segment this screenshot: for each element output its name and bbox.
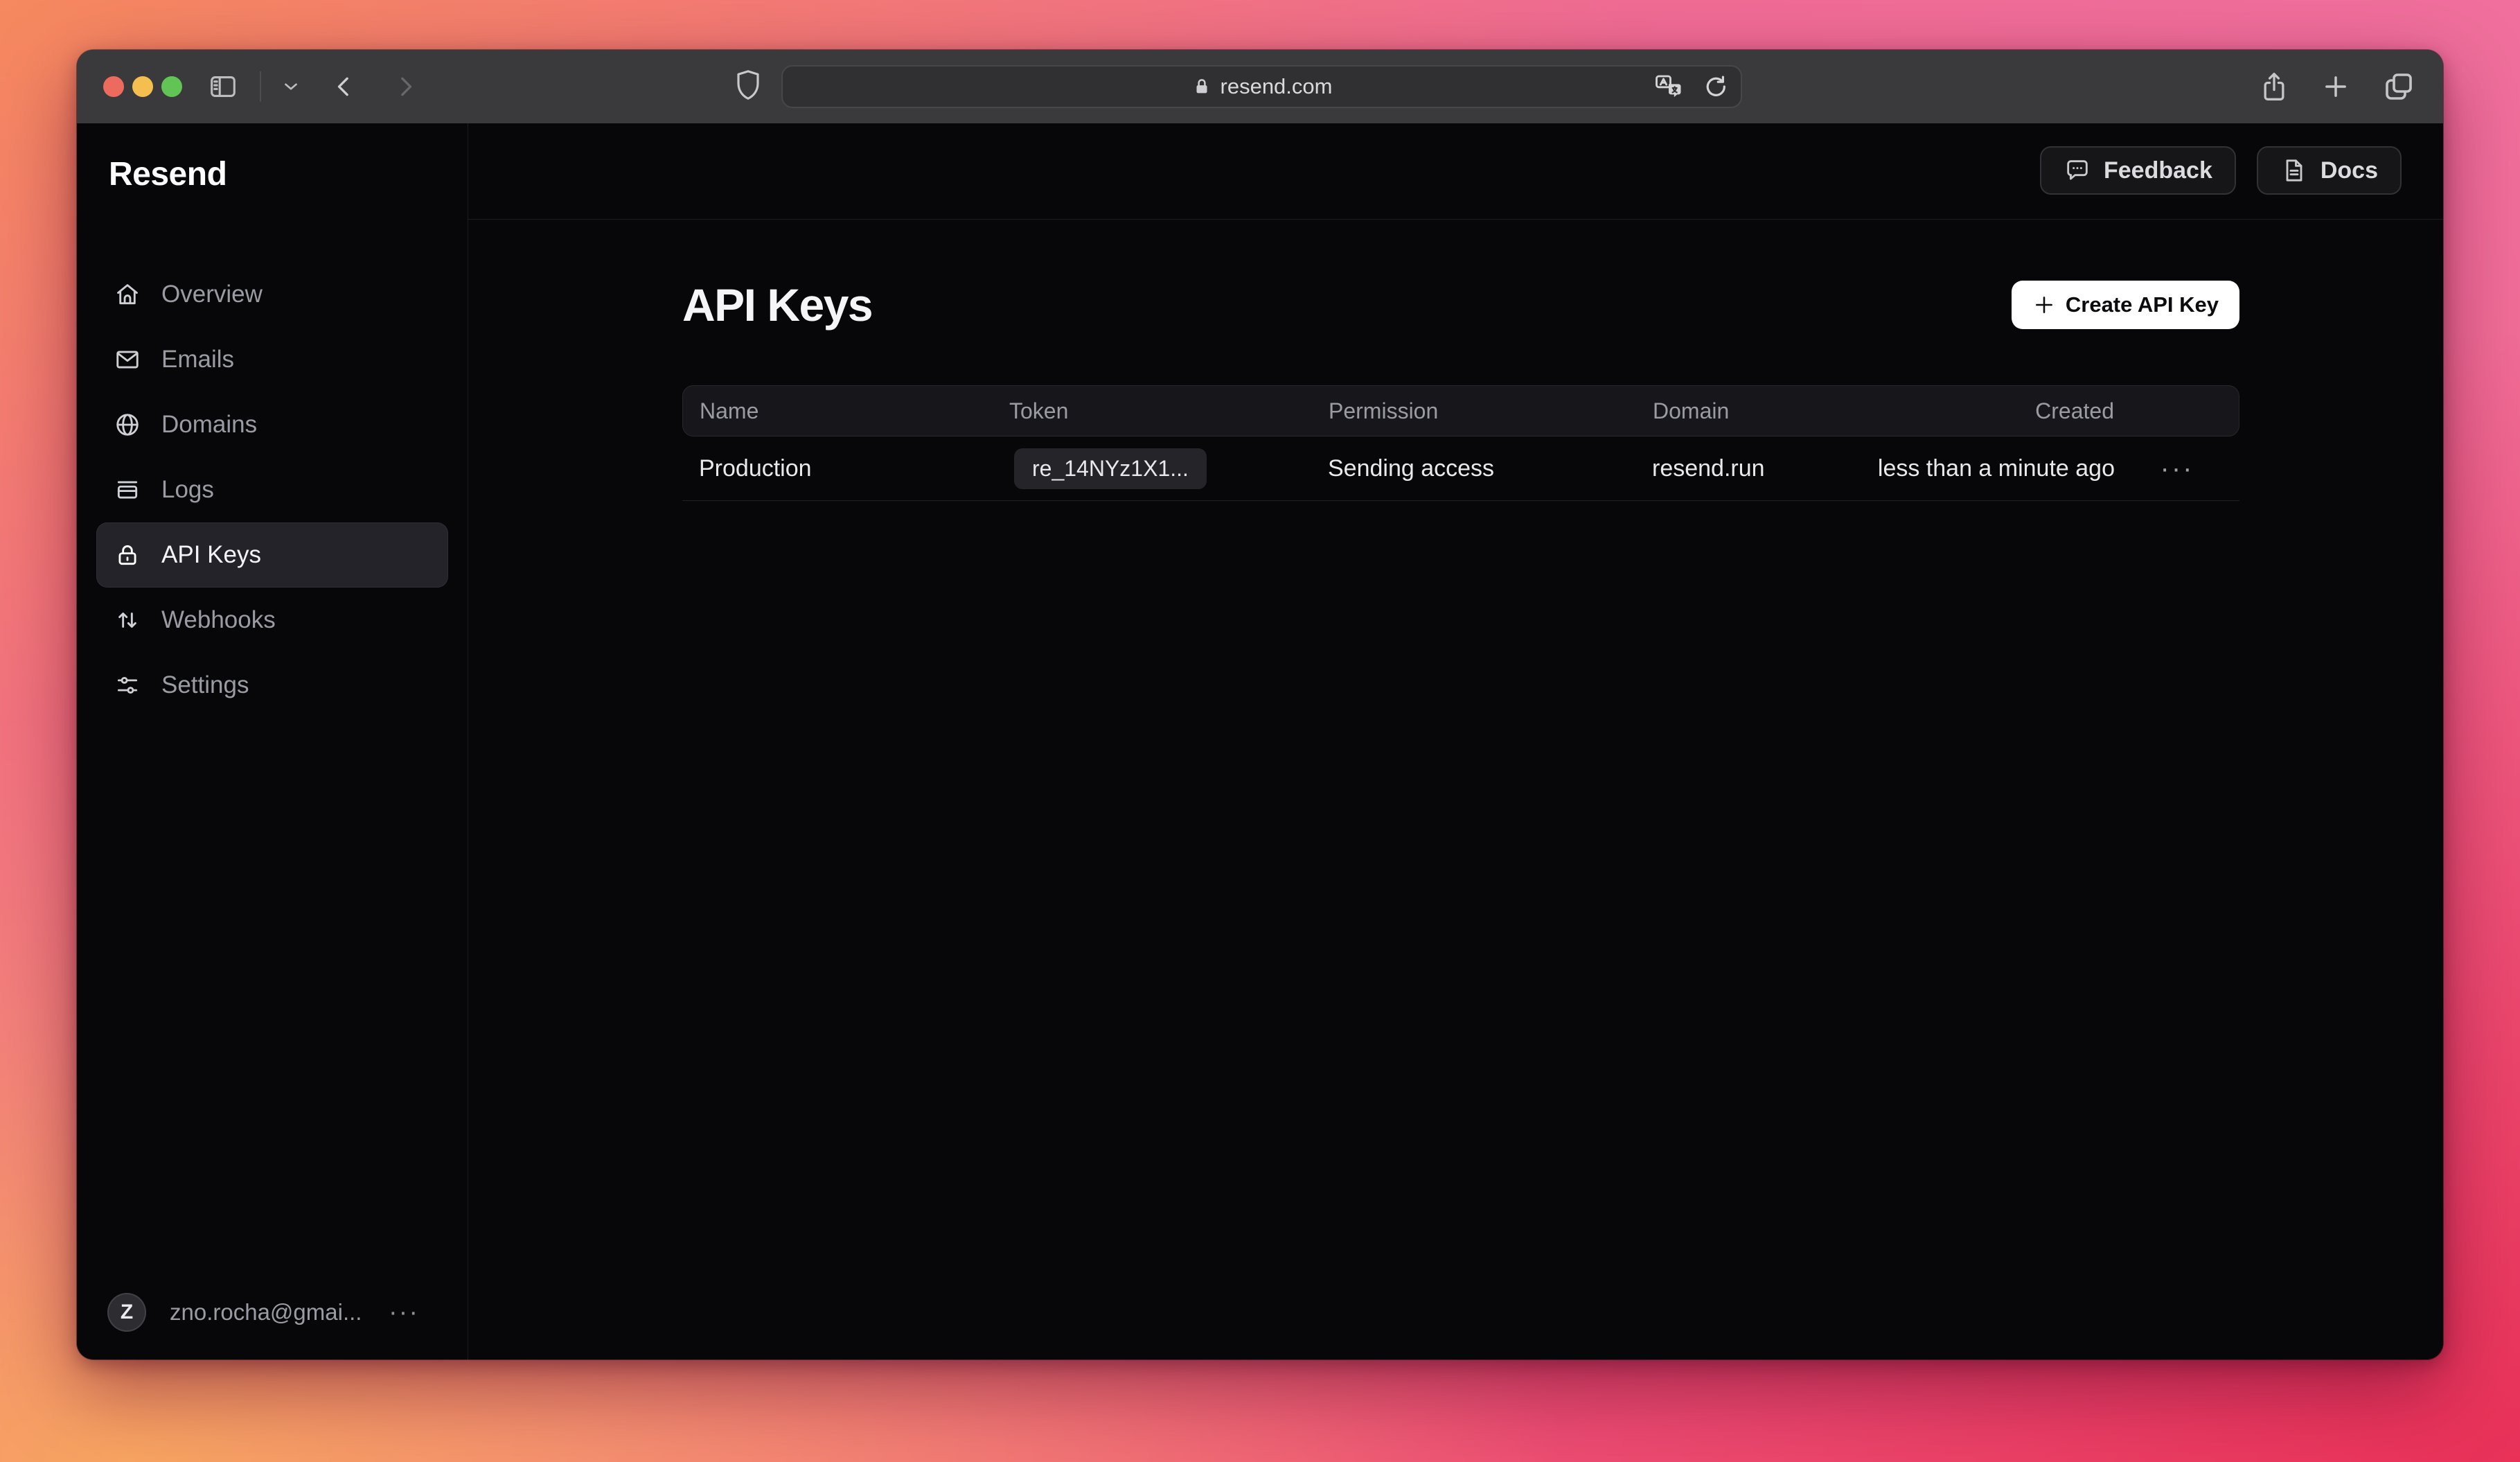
new-tab-icon[interactable] <box>2321 72 2350 101</box>
zoom-window-button[interactable] <box>161 76 182 97</box>
sidebar-item-settings[interactable]: Settings <box>96 653 448 718</box>
tab-overview-icon[interactable] <box>2382 70 2415 103</box>
feedback-button[interactable]: Feedback <box>2040 146 2236 195</box>
sidebar-item-label: Overview <box>161 281 263 308</box>
browser-titlebar: resend.com <box>77 50 2443 123</box>
lock-icon <box>114 542 141 568</box>
sidebar-item-label: Emails <box>161 346 234 373</box>
home-icon <box>114 281 141 308</box>
logs-icon <box>114 477 141 503</box>
forward-button[interactable] <box>391 73 419 100</box>
feedback-label: Feedback <box>2104 157 2212 184</box>
resend-logo[interactable]: Resend <box>109 155 227 193</box>
sidebar-item-label: Settings <box>161 671 249 699</box>
table-header: Name Token Permission Domain Created <box>682 385 2239 437</box>
privacy-shield-icon[interactable] <box>734 67 763 104</box>
feedback-bubble-icon <box>2064 157 2091 184</box>
header-actions: Feedback Docs <box>2040 146 2402 195</box>
created-cell: less than a minute ago <box>1875 455 2115 482</box>
column-header-permission: Permission <box>1329 398 1653 424</box>
translate-icon[interactable] <box>1653 73 1684 100</box>
sidebar-item-webhooks[interactable]: Webhooks <box>96 588 448 653</box>
account-row[interactable]: Z zno.rocha@gmai... ··· <box>107 1293 419 1332</box>
docs-label: Docs <box>2321 157 2378 184</box>
address-bar-actions <box>1653 67 1728 107</box>
share-icon[interactable] <box>2259 70 2289 103</box>
reload-icon[interactable] <box>1702 73 1728 100</box>
sidebar-item-emails[interactable]: Emails <box>96 327 448 392</box>
back-button[interactable] <box>330 73 358 100</box>
api-keys-table: Name Token Permission Domain Created Pro… <box>682 385 2239 501</box>
column-header-token: Token <box>1009 398 1329 424</box>
plus-icon <box>2032 293 2056 317</box>
sidebar-nav: Overview Emails Domains <box>96 262 448 718</box>
row-actions-button[interactable]: ··· <box>2115 455 2239 482</box>
document-icon <box>2280 157 2308 184</box>
browser-window: resend.com <box>77 50 2443 1359</box>
sidebar-item-logs[interactable]: Logs <box>96 457 448 522</box>
globe-icon <box>114 412 141 438</box>
toolbar-right-cluster <box>2259 50 2415 123</box>
table-row: Production re_14NYz1X1... Sending access… <box>682 437 2239 501</box>
address-bar[interactable]: resend.com <box>781 65 1742 108</box>
create-api-key-label: Create API Key <box>2066 292 2219 317</box>
column-header-created: Created <box>1876 398 2114 424</box>
app-shell: Resend Overview Emails <box>77 123 2443 1359</box>
sidebar-item-label: Domains <box>161 411 257 439</box>
sidebar-item-label: Webhooks <box>161 606 276 634</box>
page-content: API Keys Create API Key Name Token Permi… <box>682 219 2239 501</box>
sidebar-toggle-icon[interactable] <box>207 71 239 103</box>
create-api-key-button[interactable]: Create API Key <box>2012 281 2239 329</box>
url-text: resend.com <box>1221 74 1333 99</box>
sidebar-item-overview[interactable]: Overview <box>96 262 448 327</box>
lock-icon <box>1191 76 1212 97</box>
traffic-lights <box>103 76 182 97</box>
sliders-icon <box>114 672 141 698</box>
envelope-icon <box>114 346 141 373</box>
sidebar: Resend Overview Emails <box>77 123 468 1359</box>
token-chip[interactable]: re_14NYz1X1... <box>1014 448 1207 489</box>
arrows-up-down-icon <box>114 607 141 633</box>
permission-cell: Sending access <box>1328 455 1652 482</box>
page-title: API Keys <box>682 279 872 331</box>
toolbar-left-cluster <box>207 50 419 123</box>
docs-button[interactable]: Docs <box>2257 146 2402 195</box>
account-menu-button[interactable]: ··· <box>389 1299 419 1326</box>
minimize-window-button[interactable] <box>132 76 153 97</box>
sidebar-item-domains[interactable]: Domains <box>96 392 448 457</box>
domain-cell: resend.run <box>1652 455 1875 482</box>
column-header-domain: Domain <box>1653 398 1876 424</box>
toolbar-separator <box>260 71 261 102</box>
main-area: Feedback Docs API Keys <box>468 123 2443 1359</box>
avatar: Z <box>107 1293 146 1332</box>
sidebar-item-api-keys[interactable]: API Keys <box>96 522 448 588</box>
chevron-down-icon[interactable] <box>282 78 300 96</box>
account-email: zno.rocha@gmai... <box>170 1299 362 1326</box>
close-window-button[interactable] <box>103 76 124 97</box>
sidebar-item-label: Logs <box>161 476 214 504</box>
column-header-name: Name <box>683 398 1009 424</box>
sidebar-item-label: API Keys <box>161 541 261 569</box>
token-cell: re_14NYz1X1... <box>1009 448 1328 489</box>
page-head: API Keys Create API Key <box>682 279 2239 331</box>
api-key-name: Production <box>682 455 1009 482</box>
main-header: Feedback Docs <box>468 123 2443 220</box>
